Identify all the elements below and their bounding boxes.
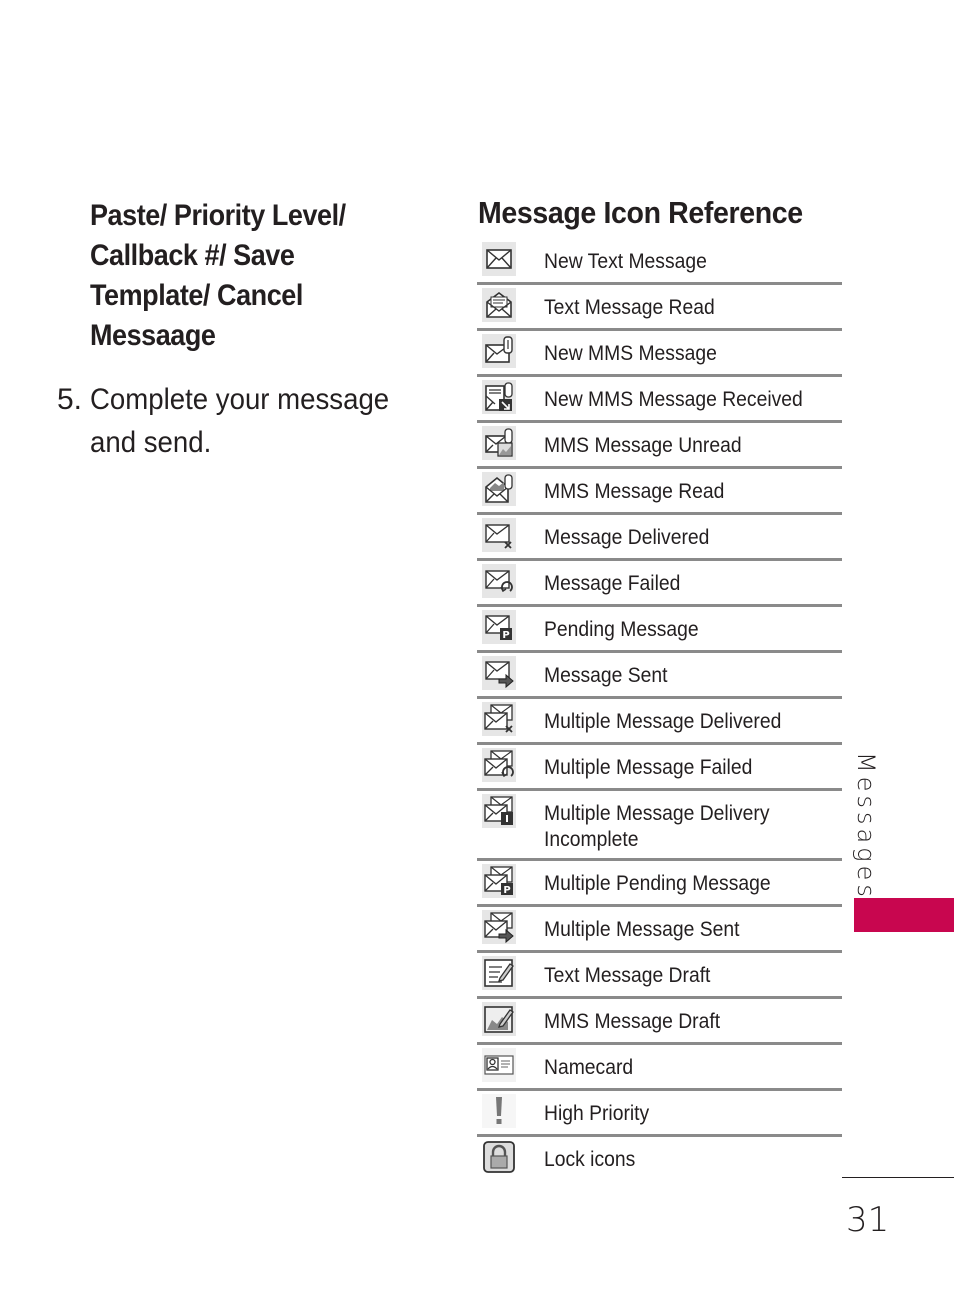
multiple-message-failed-icon (482, 748, 516, 782)
message-delivered-icon (482, 518, 516, 552)
icon-row: MMS Message Read (477, 469, 842, 515)
icon-row: Multiple Message Failed (477, 745, 842, 791)
svg-text:P: P (503, 885, 510, 896)
multiple-message-delivered-icon (482, 702, 516, 736)
mms-message-draft-icon (482, 1002, 516, 1036)
icon-row: Text Message Draft (477, 953, 842, 999)
pending-message-icon: P (482, 610, 516, 644)
icon-row-label: Multiple Message Delivered (544, 710, 782, 733)
icon-row: Multiple Message Delivered (477, 699, 842, 745)
icon-row-label: Multiple Message Sent (544, 918, 740, 941)
icon-row-label: MMS Message Read (544, 480, 725, 503)
icon-row-label: Lock icons (544, 1148, 636, 1171)
message-sent-icon (482, 656, 516, 690)
icon-row: Namecard (477, 1045, 842, 1091)
lock-icon (482, 1140, 516, 1174)
icon-row: High Priority (477, 1091, 842, 1137)
icon-row-label: High Priority (544, 1102, 650, 1125)
icon-row-label: Namecard (544, 1056, 634, 1079)
icon-row: Message Delivered (477, 515, 842, 561)
icon-row-label: MMS Message Unread (544, 434, 742, 457)
icon-row: P Multiple Pending Message (477, 861, 842, 907)
icon-row: Multiple Message Sent (477, 907, 842, 953)
icon-row-label: New MMS Message (544, 342, 717, 365)
page-number-rule (842, 1177, 954, 1178)
icon-row-label: Message Sent (544, 664, 668, 687)
icon-row-label: Pending Message (544, 618, 699, 641)
icon-row-label: Text Message Read (544, 296, 715, 319)
icon-row-label: Message Failed (544, 572, 681, 595)
icon-row: New MMS Message (477, 331, 842, 377)
high-priority-icon (482, 1094, 516, 1128)
icon-row: MMS Message Unread (477, 423, 842, 469)
icon-row-label: MMS Message Draft (544, 1010, 721, 1033)
section-tab: Messages (852, 752, 892, 901)
new-mms-message-received-icon (482, 380, 516, 414)
new-text-message-icon (482, 242, 516, 276)
icon-row-label: Message Delivered (544, 526, 710, 549)
multiple-message-sent-icon (482, 910, 516, 944)
icon-row: MMS Message Draft (477, 999, 842, 1045)
namecard-icon (482, 1048, 516, 1082)
text-message-draft-icon (482, 956, 516, 990)
icon-row-label: Multiple Message Delivery Incomplete (544, 802, 770, 851)
new-mms-message-icon (482, 334, 516, 368)
message-icon-table: New Text Message Text Message Read New M… (477, 239, 842, 1183)
icon-row: New Text Message (477, 239, 842, 285)
multiple-pending-message-icon: P (482, 864, 516, 898)
section-marker (854, 898, 954, 932)
step-number: 5. (57, 383, 83, 416)
step-text: Complete your message and send. (90, 383, 390, 459)
icon-row-label: Multiple Message Failed (544, 756, 753, 779)
multiple-message-delivery-incomplete-icon (482, 794, 516, 828)
svg-text:P: P (502, 630, 509, 641)
icon-row-label: New Text Message (544, 250, 707, 273)
message-icon-reference-title: Message Icon Reference (478, 195, 803, 230)
icon-row: Text Message Read (477, 285, 842, 331)
mms-message-read-icon (482, 472, 516, 506)
text-message-read-icon (482, 288, 516, 322)
icon-row: Message Failed (477, 561, 842, 607)
icon-row: P Pending Message (477, 607, 842, 653)
icon-row: Lock icons (477, 1137, 842, 1183)
icon-row: Message Sent (477, 653, 842, 699)
section-tab-label: Messages (852, 752, 880, 901)
icon-row-label: New MMS Message Received (544, 388, 803, 411)
icon-row: New MMS Message Received (477, 377, 842, 423)
icon-row: Multiple Message Delivery Incomplete (477, 791, 842, 861)
submenu-options-heading: Paste/ Priority Level/ Callback #/ Save … (90, 199, 346, 352)
step-5: 5. Complete your message and send. (57, 378, 437, 459)
message-failed-icon (482, 564, 516, 598)
page-number: 31 (846, 1200, 890, 1240)
mms-message-unread-icon (482, 426, 516, 460)
icon-row-label: Text Message Draft (544, 964, 711, 987)
icon-row-label: Multiple Pending Message (544, 872, 771, 895)
